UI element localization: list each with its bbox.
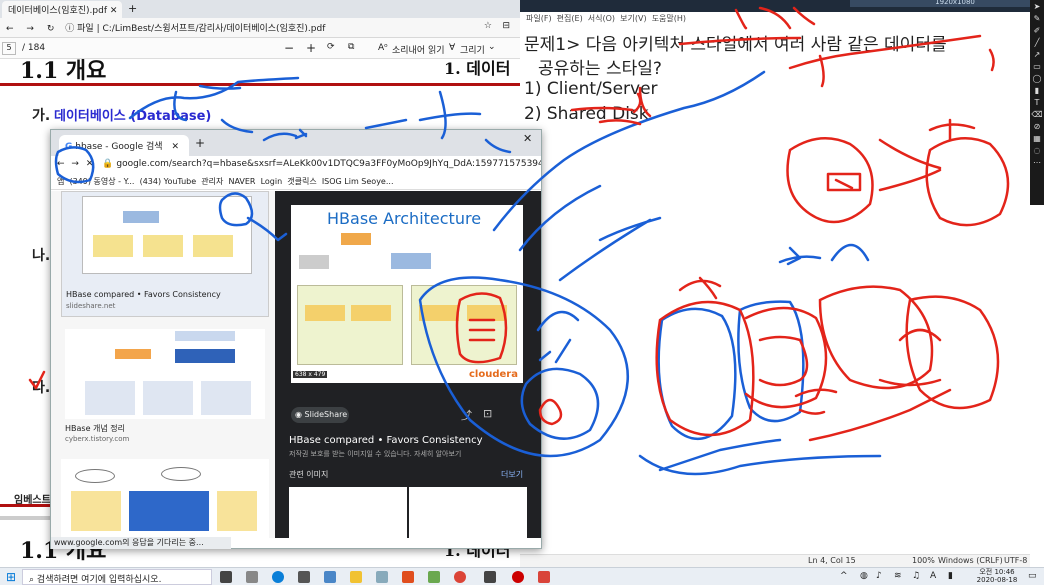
network-icon[interactable]: ◍	[860, 571, 868, 581]
red-circle-node-b	[744, 306, 828, 409]
clock[interactable]: 오전 10:46 2020-08-18	[972, 568, 1022, 584]
blue-note-concurrency	[364, 90, 512, 154]
search-app-icon[interactable]	[298, 571, 310, 583]
blue-arrow-term	[778, 246, 822, 266]
task-view-icon[interactable]	[220, 571, 232, 583]
red-underline-style	[678, 36, 802, 46]
blue-note-shared-architecture	[492, 70, 766, 252]
pdf-icon[interactable]	[538, 571, 550, 583]
edge-icon[interactable]	[272, 571, 284, 583]
store-icon[interactable]	[484, 571, 496, 583]
blue-circle-disk	[520, 367, 600, 440]
volume-icon[interactable]: ♫	[912, 571, 920, 581]
clock-time: 오전 10:46	[979, 568, 1015, 576]
recorder-icon[interactable]	[512, 571, 524, 583]
blue-note-oracle	[638, 438, 882, 476]
notifications-icon[interactable]: ▭	[1028, 571, 1037, 581]
windows-start-icon[interactable]: ⊞	[6, 570, 16, 584]
red-underline-option2	[570, 106, 634, 112]
red-circle-node-c	[818, 285, 934, 390]
red-underline-sd	[598, 86, 652, 126]
windows-taskbar: ⊞ ⌕ 검색하려면 여기에 입력하십시오. ^ ◍ ♪ ≋ ♫ A ▮ 오전 1…	[0, 567, 1044, 585]
blue-note-nothing	[558, 216, 662, 282]
red-note-hbase	[928, 118, 976, 142]
blue-arrow-1	[262, 128, 308, 142]
mail-icon[interactable]	[324, 571, 336, 583]
blue-arrow-term-2	[830, 243, 870, 262]
wifi-icon[interactable]: ≋	[894, 571, 902, 581]
red-note-result	[734, 6, 816, 30]
mic-icon[interactable]: ♪	[876, 571, 882, 581]
chrome-icon[interactable]	[454, 571, 466, 583]
red-note-disk	[538, 398, 563, 426]
blue-annotations	[54, 70, 882, 476]
red-regionserver-lines	[468, 318, 496, 342]
red-note-ops	[678, 276, 722, 300]
red-box-regionserver	[455, 292, 508, 364]
language-icon[interactable]: A	[930, 571, 936, 581]
blue-note-smp	[536, 310, 580, 364]
widgets-icon[interactable]	[246, 571, 258, 583]
clock-date: 2020-08-18	[976, 576, 1018, 584]
red-annotations	[28, 6, 1010, 442]
blue-check-mark	[28, 370, 46, 390]
blue-circle-hbase	[218, 192, 254, 227]
red-note-hadoop	[788, 34, 995, 88]
blue-circle-back	[54, 146, 95, 184]
red-arrows-meta	[878, 138, 942, 192]
pen-annotations	[28, 6, 1010, 476]
app-icon[interactable]	[428, 571, 440, 583]
battery-icon[interactable]: ▮	[948, 571, 953, 581]
file-explorer-icon[interactable]	[350, 571, 362, 583]
search-placeholder: 검색하려면 여기에 입력하십시오.	[36, 575, 162, 585]
red-meta-table	[826, 172, 862, 192]
pen-app-icon[interactable]	[376, 571, 388, 583]
office-icon[interactable]	[402, 571, 414, 583]
red-circle-hdfs	[925, 137, 1010, 227]
blue-arrow-2	[246, 216, 288, 242]
search-icon: ⌕	[29, 575, 35, 585]
blue-box-node-b	[737, 300, 805, 423]
taskbar-search[interactable]: ⌕ 검색하려면 여기에 입력하십시오.	[22, 569, 212, 585]
blue-circle-shared	[418, 276, 629, 458]
red-box-node	[758, 335, 809, 387]
blue-note-exclusive-lock	[128, 76, 300, 134]
tray-up-icon[interactable]: ^	[840, 571, 848, 581]
